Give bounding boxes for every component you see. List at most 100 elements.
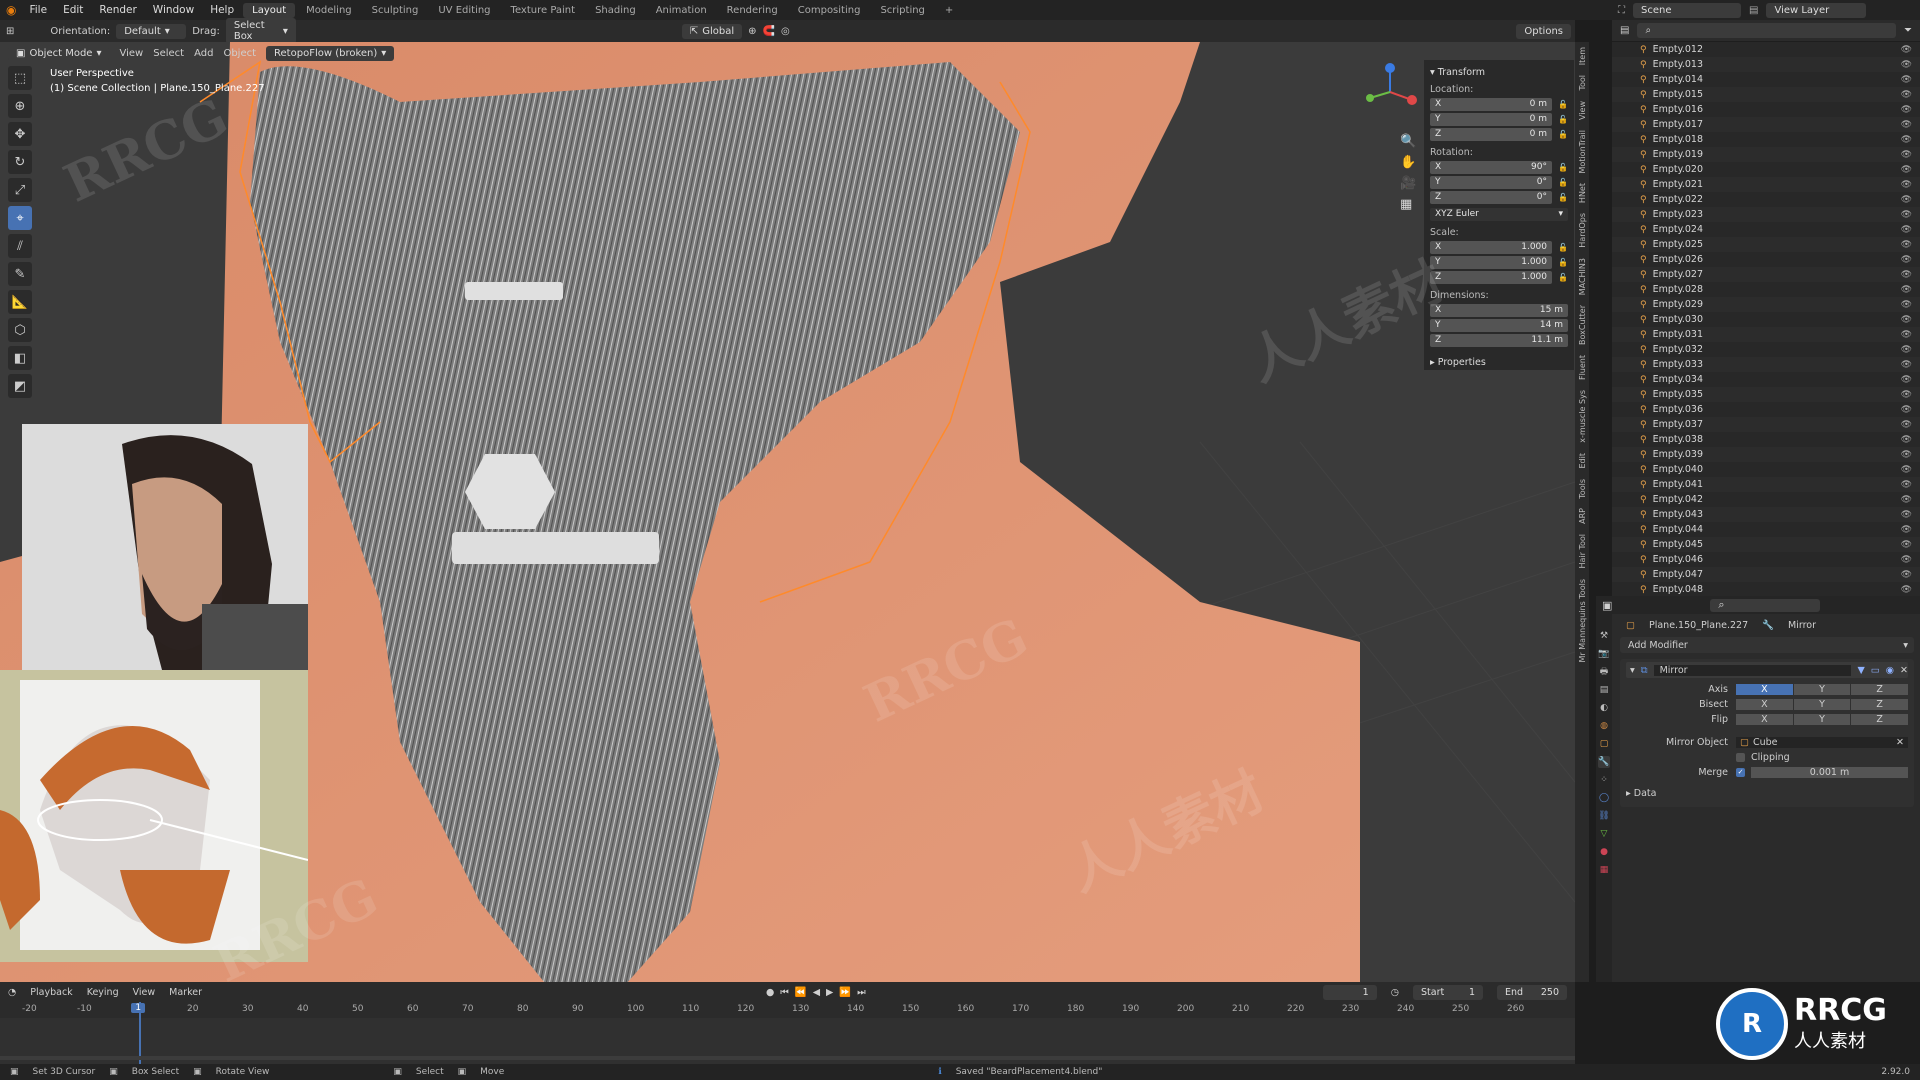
flip-y-toggle[interactable]: Y bbox=[1793, 714, 1851, 725]
object-mode-dropdown[interactable]: ▣ Object Mode ▾ bbox=[8, 45, 110, 61]
lock-icon[interactable]: 🔓 bbox=[1558, 115, 1568, 124]
next-key-icon[interactable]: ⏩ bbox=[839, 987, 851, 998]
bisect-y-toggle[interactable]: Y bbox=[1793, 699, 1851, 710]
dimensions-y-field[interactable]: Y 14 m bbox=[1430, 318, 1568, 332]
start-frame-field[interactable]: Start 1 bbox=[1413, 984, 1483, 1000]
pivot-icon[interactable]: ⊕ bbox=[748, 26, 756, 37]
eye-icon[interactable]: 👁 bbox=[1901, 90, 1912, 100]
modifier-name-field[interactable]: Mirror bbox=[1653, 664, 1852, 676]
viewport-menu-object[interactable]: Object bbox=[223, 48, 256, 59]
transform-section-header[interactable]: ▾ Transform bbox=[1430, 67, 1568, 78]
outliner-item[interactable]: ⚲ Empty.022 👁 bbox=[1612, 192, 1920, 207]
drag-dropdown[interactable]: Select Box ▾ bbox=[225, 18, 296, 44]
rotation-z-field[interactable]: Z 0° bbox=[1430, 190, 1552, 204]
outliner-item[interactable]: ⚲ Empty.027 👁 bbox=[1612, 267, 1920, 282]
outliner-item[interactable]: ⚲ Empty.031 👁 bbox=[1612, 327, 1920, 342]
eye-icon[interactable]: 👁 bbox=[1901, 225, 1912, 235]
world-tab-icon[interactable]: ◍ bbox=[1598, 720, 1610, 732]
transform-orientation-dropdown[interactable]: ⇱ Global bbox=[681, 23, 743, 39]
editor-type-icon[interactable]: ⊞ bbox=[6, 26, 14, 37]
eye-icon[interactable]: 👁 bbox=[1901, 480, 1912, 490]
stopwatch-icon[interactable]: ◷ bbox=[1391, 987, 1399, 998]
editmode-toggle-icon[interactable]: ▼ bbox=[1857, 665, 1864, 676]
sidebar-tab-tools[interactable]: Tools bbox=[1578, 474, 1587, 504]
sidebar-tab-boxcutter[interactable]: BoxCutter bbox=[1578, 300, 1587, 350]
sidebar-tab-fluent[interactable]: Fluent bbox=[1578, 350, 1587, 385]
play-reverse-icon[interactable]: ◀ bbox=[813, 987, 820, 998]
viewport-menu-select[interactable]: Select bbox=[153, 48, 184, 59]
eye-icon[interactable]: 👁 bbox=[1901, 330, 1912, 340]
outliner-item[interactable]: ⚲ Empty.048 👁 bbox=[1612, 582, 1920, 597]
dimensions-x-field[interactable]: X 15 m bbox=[1430, 303, 1568, 317]
outliner-item[interactable]: ⚲ Empty.026 👁 bbox=[1612, 252, 1920, 267]
outliner-item[interactable]: ⚲ Empty.041 👁 bbox=[1612, 477, 1920, 492]
outliner-item[interactable]: ⚲ Empty.038 👁 bbox=[1612, 432, 1920, 447]
properties-search-input[interactable]: ⌕ bbox=[1710, 598, 1821, 612]
view-layer-tab-icon[interactable]: ▤ bbox=[1598, 684, 1610, 696]
bisect-x-toggle[interactable]: X bbox=[1736, 699, 1793, 710]
outliner-item[interactable]: ⚲ Empty.034 👁 bbox=[1612, 372, 1920, 387]
eye-icon[interactable]: 👁 bbox=[1901, 360, 1912, 370]
scale-z-field[interactable]: Z 1.000 bbox=[1430, 270, 1552, 284]
menu-help[interactable]: Help bbox=[203, 4, 241, 16]
eye-icon[interactable]: 👁 bbox=[1901, 45, 1912, 55]
transform-tool-icon[interactable]: ⌖ bbox=[8, 206, 32, 230]
options-button[interactable]: Options bbox=[1516, 23, 1571, 39]
add-cube-tool-icon[interactable]: ⬡ bbox=[8, 318, 32, 342]
material-tab-icon[interactable]: ● bbox=[1598, 846, 1610, 858]
outliner-item[interactable]: ⚲ Empty.029 👁 bbox=[1612, 297, 1920, 312]
record-icon[interactable]: ● bbox=[766, 987, 774, 998]
eye-icon[interactable]: 👁 bbox=[1901, 420, 1912, 430]
bisect-z-toggle[interactable]: Z bbox=[1851, 699, 1909, 710]
eye-icon[interactable]: 👁 bbox=[1901, 450, 1912, 460]
pan-hand-icon[interactable]: ✋ bbox=[1400, 155, 1416, 170]
current-frame-field[interactable]: 1 bbox=[1322, 984, 1377, 1000]
sidebar-tab-view[interactable]: View bbox=[1578, 96, 1587, 125]
outliner-item[interactable]: ⚲ Empty.017 👁 bbox=[1612, 117, 1920, 132]
modifier-tab-icon[interactable]: 🔧 bbox=[1598, 756, 1610, 768]
outliner-item[interactable]: ⚲ Empty.045 👁 bbox=[1612, 537, 1920, 552]
lock-icon[interactable]: 🔓 bbox=[1558, 100, 1568, 109]
workspace-tab-shading[interactable]: Shading bbox=[586, 3, 645, 18]
display-mode-icon[interactable]: ▤ bbox=[1620, 25, 1629, 36]
outliner-item[interactable]: ⚲ Empty.035 👁 bbox=[1612, 387, 1920, 402]
menu-window[interactable]: Window bbox=[146, 4, 201, 16]
lock-icon[interactable]: 🔓 bbox=[1558, 130, 1568, 139]
axis-y-toggle[interactable]: Y bbox=[1793, 684, 1851, 695]
eye-icon[interactable]: 👁 bbox=[1901, 120, 1912, 130]
lock-icon[interactable]: 🔓 bbox=[1558, 258, 1568, 267]
timeline-menu-view[interactable]: View bbox=[133, 987, 156, 998]
select-box-tool-icon[interactable]: ⬚ bbox=[8, 66, 32, 90]
dimensions-z-field[interactable]: Z 11.1 m bbox=[1430, 333, 1568, 347]
eye-icon[interactable]: 👁 bbox=[1901, 285, 1912, 295]
flip-x-toggle[interactable]: X bbox=[1736, 714, 1793, 725]
move-tool-icon[interactable]: ✥ bbox=[8, 122, 32, 146]
play-icon[interactable]: ▶ bbox=[826, 987, 833, 998]
merge-distance-field[interactable]: 0.001 m bbox=[1751, 767, 1908, 778]
outliner-item[interactable]: ⚲ Empty.019 👁 bbox=[1612, 147, 1920, 162]
outliner-item[interactable]: ⚲ Empty.020 👁 bbox=[1612, 162, 1920, 177]
scene-tab-icon[interactable]: ◐ bbox=[1598, 702, 1610, 714]
camera-icon[interactable]: 🎥 bbox=[1400, 176, 1416, 191]
workspace-tab-uv-editing[interactable]: UV Editing bbox=[429, 3, 499, 18]
annotate-tool-icon[interactable]: ✎ bbox=[8, 262, 32, 286]
lock-icon[interactable]: 🔓 bbox=[1558, 178, 1568, 187]
outliner-item[interactable]: ⚲ Empty.047 👁 bbox=[1612, 567, 1920, 582]
end-frame-field[interactable]: End 250 bbox=[1497, 984, 1567, 1000]
eye-icon[interactable]: 👁 bbox=[1901, 60, 1912, 70]
outliner-item[interactable]: ⚲ Empty.021 👁 bbox=[1612, 177, 1920, 192]
eye-icon[interactable]: 👁 bbox=[1901, 570, 1912, 580]
rotation-x-field[interactable]: X 90° bbox=[1430, 160, 1552, 174]
sidebar-tab-hardops[interactable]: HardOps bbox=[1578, 208, 1587, 253]
outliner-item[interactable]: ⚲ Empty.018 👁 bbox=[1612, 132, 1920, 147]
viewport-menu-view[interactable]: View bbox=[119, 48, 143, 59]
properties-section-header[interactable]: ▸ Properties bbox=[1430, 357, 1568, 368]
eye-icon[interactable]: 👁 bbox=[1901, 390, 1912, 400]
sidebar-tab-hnet[interactable]: HNet bbox=[1578, 178, 1587, 208]
outliner-item[interactable]: ⚲ Empty.037 👁 bbox=[1612, 417, 1920, 432]
mirror-object-field[interactable]: ▢ Cube ✕ bbox=[1736, 737, 1908, 748]
sidebar-tab-x-muscle-sys[interactable]: x-muscle Sys bbox=[1578, 385, 1587, 448]
workspace-tab-compositing[interactable]: Compositing bbox=[789, 3, 870, 18]
rotation-y-field[interactable]: Y 0° bbox=[1430, 175, 1552, 189]
eye-icon[interactable]: 👁 bbox=[1901, 585, 1912, 595]
